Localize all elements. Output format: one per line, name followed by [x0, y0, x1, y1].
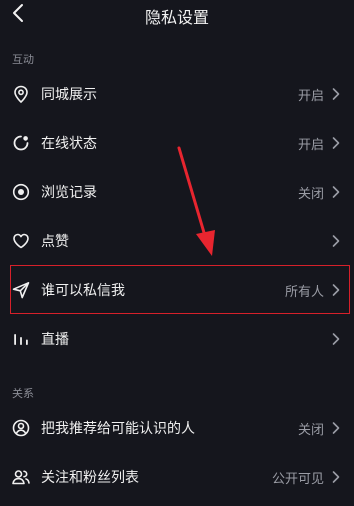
page-title: 隐私设置 [144, 8, 209, 27]
row-value: 关闭 [297, 423, 324, 438]
row-value: 公开可见 [271, 472, 324, 487]
chevron-right-icon [332, 88, 340, 100]
row-value: 关闭 [297, 187, 324, 202]
row-label: 把我推荐给可能认识的人 [41, 421, 195, 437]
chevron-right-icon [332, 471, 340, 483]
settings-row-online-status[interactable]: 在线状态 开启 [0, 119, 354, 167]
settings-row-follow-fan-list[interactable]: 关注和粉丝列表 公开可见 [0, 453, 354, 501]
row-label: 同城展示 [41, 87, 97, 103]
chevron-right-icon [332, 422, 340, 434]
chevron-right-icon [332, 137, 340, 149]
online-status-icon [13, 135, 29, 151]
section-label-interaction: 互动 [12, 53, 34, 66]
settings-row-browsing-history[interactable]: 浏览记录 关闭 [0, 168, 354, 216]
settings-row-live[interactable]: 直播 [0, 315, 354, 363]
chevron-right-icon [332, 235, 340, 247]
chevron-right-icon [332, 333, 340, 345]
live-bars-icon [14, 334, 28, 345]
row-value: 开启 [297, 89, 324, 104]
section-label-relationships: 关系 [12, 387, 34, 400]
eye-icon [12, 183, 30, 201]
settings-row-recommend-me[interactable]: 把我推荐给可能认识的人 关闭 [0, 404, 354, 452]
row-label: 浏览记录 [41, 185, 97, 201]
row-label: 直播 [41, 332, 69, 348]
user-circle-icon [12, 419, 30, 437]
settings-row-local-display[interactable]: 同城展示 开启 [0, 70, 354, 118]
row-value: 开启 [297, 138, 324, 153]
location-pin-icon [14, 85, 28, 104]
chevron-right-icon [332, 186, 340, 198]
highlight-box [10, 265, 350, 314]
row-label: 在线状态 [41, 136, 97, 152]
row-label: 关注和粉丝列表 [41, 470, 139, 486]
users-icon [12, 470, 30, 485]
settings-row-likes[interactable]: 点赞 [0, 217, 354, 265]
header-bar: 隐私设置 [0, 0, 354, 28]
row-label: 点赞 [41, 234, 69, 250]
heart-icon [13, 233, 29, 249]
